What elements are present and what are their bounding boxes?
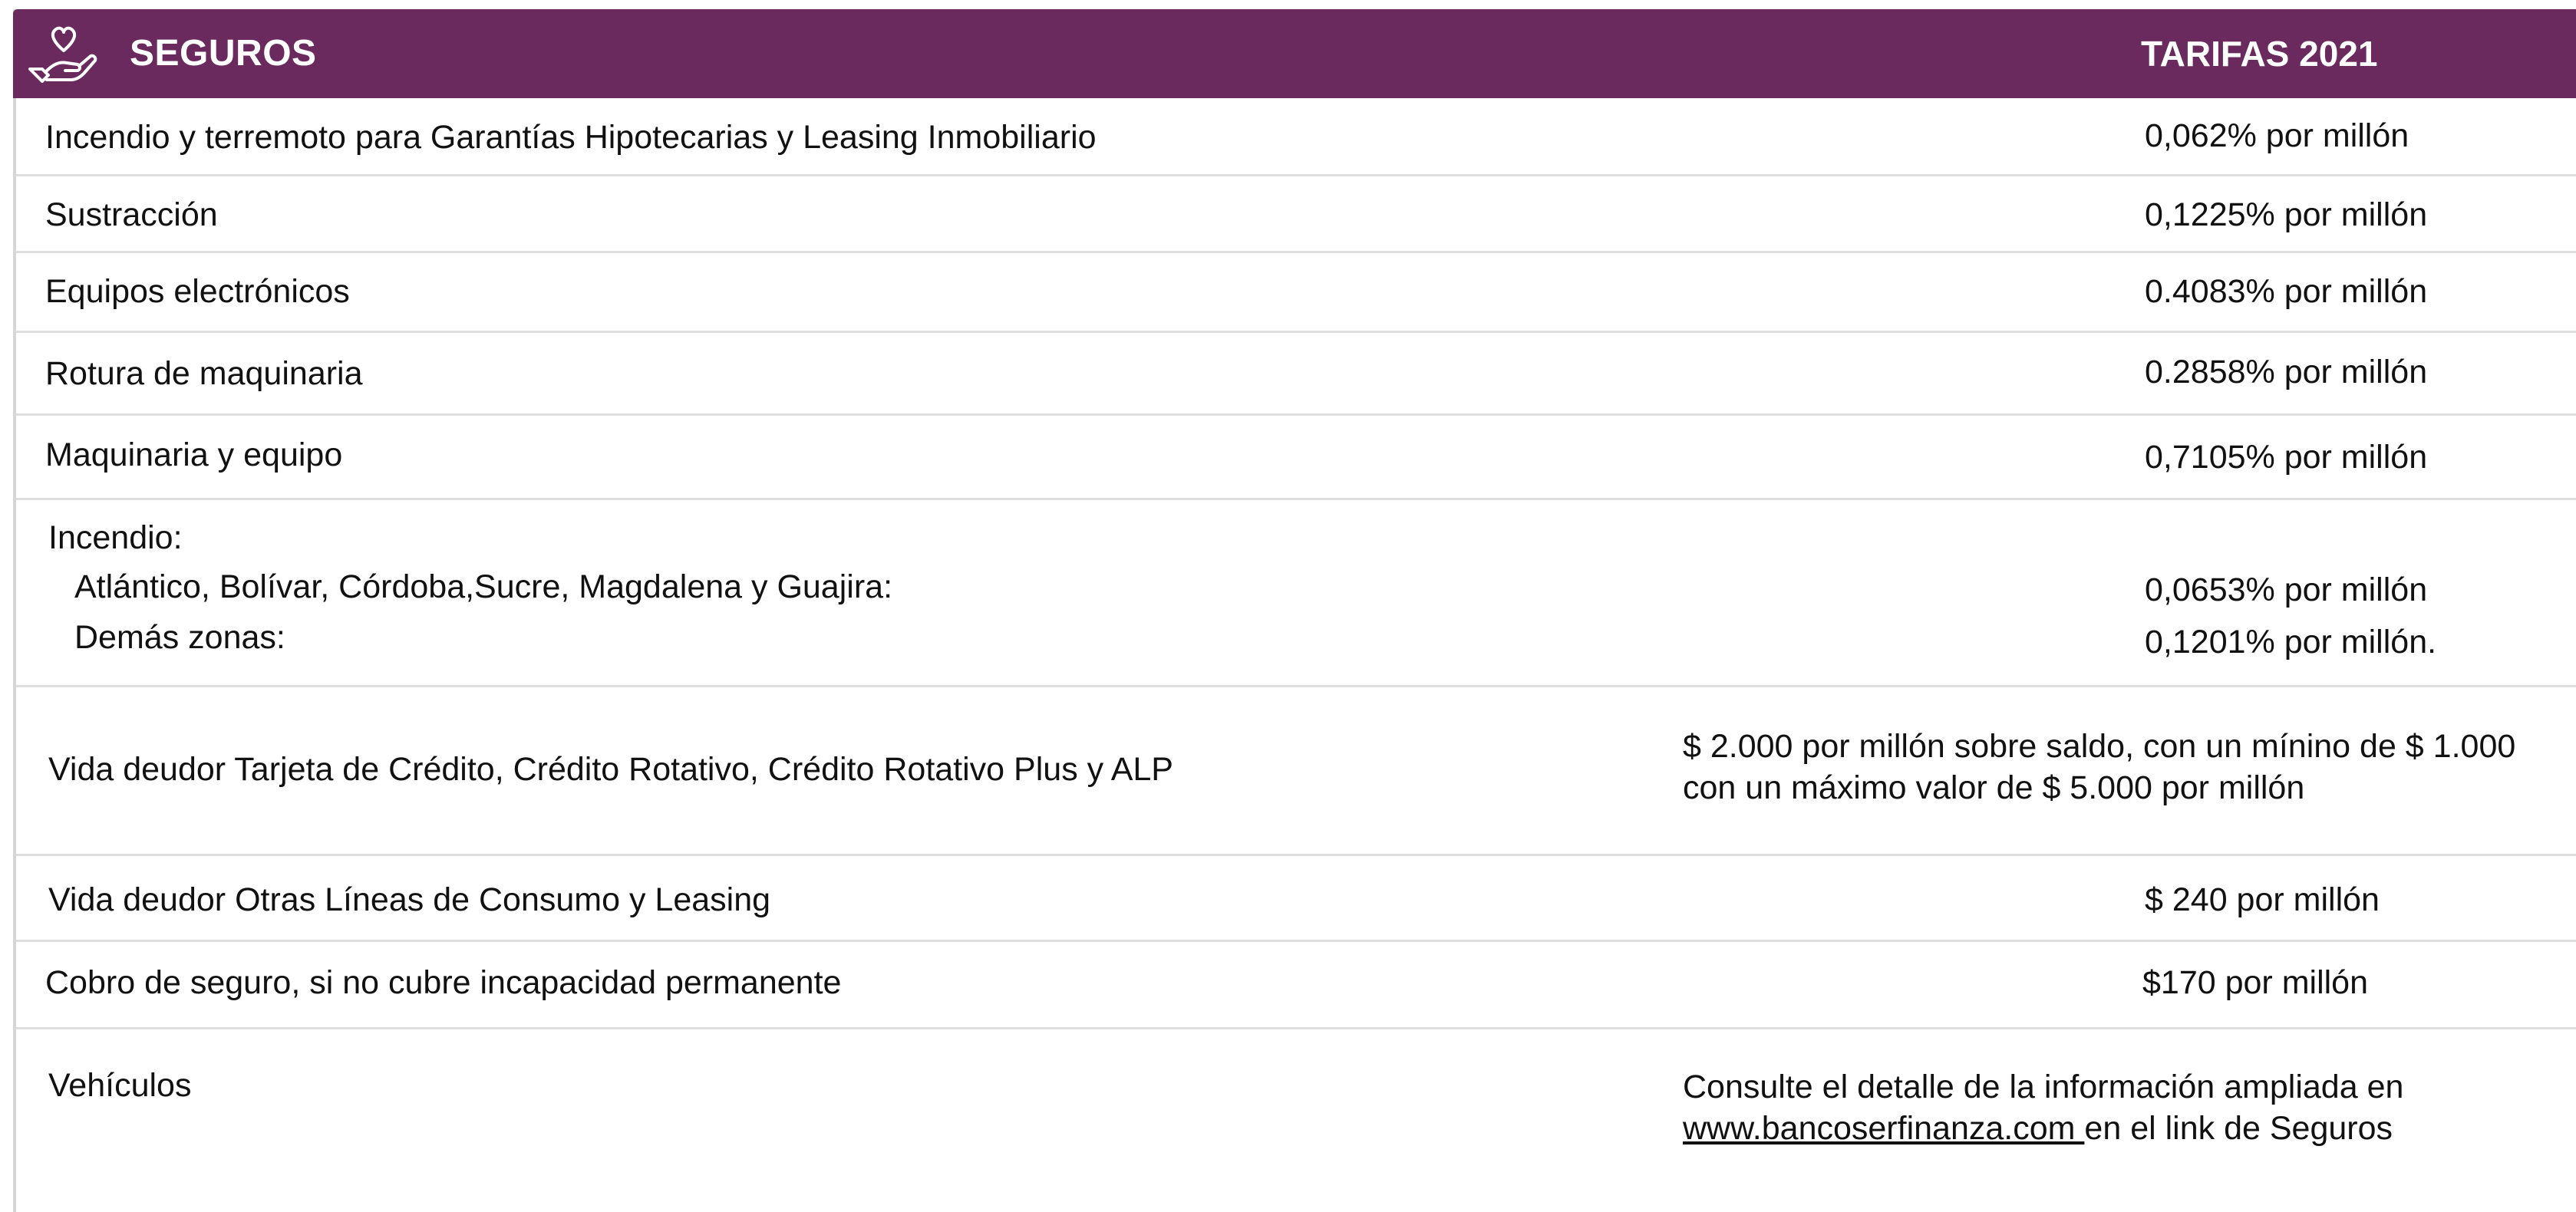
table-row-vida-deudor-tarjeta: Vida deudor Tarjeta de Crédito, Crédito …	[16, 687, 2576, 856]
heart-in-hand-icon	[28, 26, 97, 83]
vehiculos-value-line2: www.bancoserfinanza.com en el link de Se…	[1683, 1108, 2393, 1149]
column-header-tarifas: TARIFAS 2021	[2141, 34, 2378, 74]
cobro-label: Cobro de seguro, si no cubre incapacidad…	[45, 964, 842, 1001]
cobro-value: $170 por millón	[2142, 964, 2369, 1001]
incendio-label: Incendio:	[48, 519, 183, 556]
section-title: SEGUROS	[130, 33, 317, 74]
table-row: Equipos electrónicos 0.4083% por millón	[16, 253, 2576, 333]
vida-tarjeta-value-line1: $ 2.000 por millón sobre saldo, con un m…	[1683, 728, 2516, 765]
table-row: Incendio y terremoto para Garantías Hipo…	[16, 98, 2576, 176]
incendio-zona-caribe-label: Atlántico, Bolívar, Córdoba,Sucre, Magda…	[74, 568, 893, 605]
row-value: 0.2858% por millón	[2145, 354, 2428, 390]
vida-tarjeta-value-line2: con un máximo valor de $ 5.000 por milló…	[1683, 769, 2305, 806]
vida-otras-label: Vida deudor Otras Líneas de Consumo y Le…	[48, 881, 771, 918]
row-label: Sustracción	[45, 196, 218, 233]
table-row: Maquinaria y equipo 0,7105% por millón	[16, 416, 2576, 500]
bancoserfinanza-link[interactable]: www.bancoserfinanza.com	[1683, 1110, 2084, 1147]
table-row-vida-deudor-otras: Vida deudor Otras Líneas de Consumo y Le…	[16, 856, 2576, 942]
incendio-zona-caribe-value: 0,0653% por millón	[2145, 571, 2428, 608]
vida-otras-value: $ 240 por millón	[2145, 881, 2380, 918]
row-value: 0,7105% por millón	[2145, 439, 2428, 476]
incendio-demas-zonas-label: Demás zonas:	[74, 619, 285, 656]
table-row-vehiculos: Vehículos Consulte el detalle de la info…	[16, 1029, 2576, 1212]
table-row: Rotura de maquinaria 0.2858% por millón	[16, 333, 2576, 416]
row-value: 0.4083% por millón	[2145, 273, 2428, 310]
table-row-cobro-seguro: Cobro de seguro, si no cubre incapacidad…	[16, 942, 2576, 1029]
table-row-incendio: Incendio: Atlántico, Bolívar, Córdoba,Su…	[16, 500, 2576, 687]
incendio-demas-zonas-value: 0,1201% por millón.	[2145, 624, 2437, 660]
vehiculos-value-line1: Consulte el detalle de la información am…	[1683, 1069, 2404, 1105]
vehiculos-label: Vehículos	[48, 1067, 192, 1104]
vehiculos-value-line2-rest: en el link de Seguros	[2084, 1110, 2393, 1147]
row-value: 0,1225% por millón	[2145, 196, 2428, 233]
vida-tarjeta-label: Vida deudor Tarjeta de Crédito, Crédito …	[48, 751, 1173, 788]
row-value: 0,062% por millón	[2145, 117, 2409, 154]
row-label: Equipos electrónicos	[45, 273, 350, 310]
table-row: Sustracción 0,1225% por millón	[16, 176, 2576, 253]
table-header: SEGUROS TARIFAS 2021	[13, 9, 2576, 98]
row-label: Rotura de maquinaria	[45, 355, 363, 392]
row-label: Maquinaria y equipo	[45, 436, 343, 473]
row-label: Incendio y terremoto para Garantías Hipo…	[45, 119, 1097, 156]
tarifas-table: SEGUROS TARIFAS 2021 Incendio y terremot…	[13, 9, 2576, 1212]
